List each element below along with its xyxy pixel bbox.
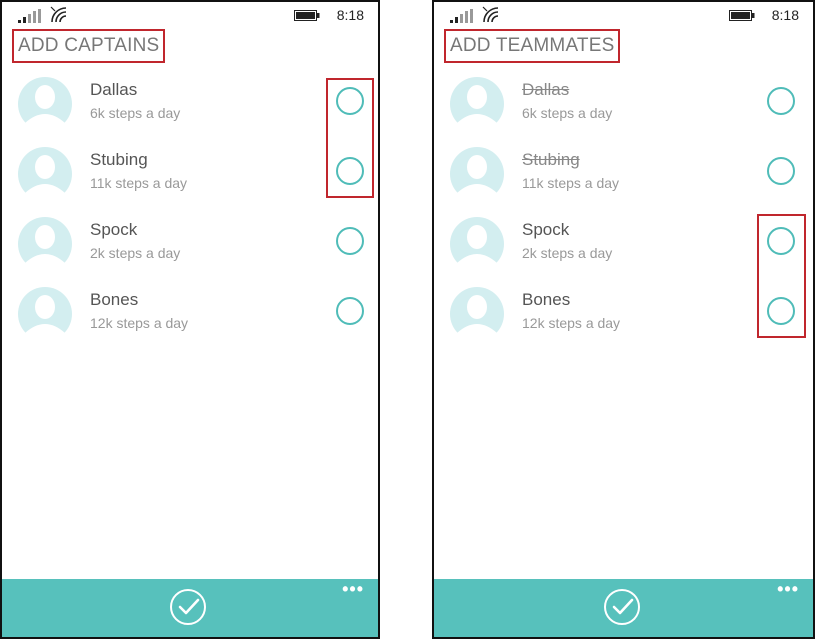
captains-screen: 8:18 ADD CAPTAINS Dallas 6k steps a day St… [0, 0, 380, 639]
person-name: Spock [522, 220, 570, 239]
person-name: Stubing [522, 150, 580, 169]
page-title: ADD CAPTAINS [12, 29, 166, 63]
teammates-screen: 8:18 ADD TEAMMATES Dallas 6k steps a day S… [432, 0, 815, 639]
more-options-button[interactable]: ••• [342, 580, 364, 598]
person-avatar-icon [450, 77, 504, 131]
person-name: Dallas [90, 80, 138, 99]
checkmark-icon [178, 598, 200, 615]
person-steps: 2k steps a day [522, 245, 613, 261]
wifi-icon [482, 6, 499, 23]
person-steps: 11k steps a day [522, 175, 620, 191]
select-radio-button[interactable] [767, 157, 795, 185]
person-steps: 6k steps a day [522, 105, 613, 121]
person-row[interactable]: Dallas 6k steps a day [434, 77, 813, 147]
select-radio-button[interactable] [336, 227, 364, 255]
person-row[interactable]: Spock 2k steps a day [2, 217, 378, 287]
select-radio-button[interactable] [767, 87, 795, 115]
page-title: ADD TEAMMATES [444, 29, 621, 63]
app-bar: ••• [434, 579, 813, 637]
person-name: Stubing [90, 150, 148, 169]
person-avatar-icon [18, 217, 72, 271]
confirm-button[interactable] [170, 589, 206, 625]
radio-highlight-box [757, 214, 806, 338]
checkmark-icon [612, 598, 633, 615]
confirm-button[interactable] [603, 589, 640, 625]
person-avatar-icon [18, 77, 72, 131]
person-row[interactable]: Stubing 11k steps a day [2, 147, 378, 217]
person-steps: 12k steps a day [90, 315, 189, 331]
select-radio-button[interactable] [336, 297, 364, 325]
person-avatar-icon [450, 217, 504, 271]
more-options-button[interactable]: ••• [777, 580, 799, 598]
clock: 8:18 [771, 7, 799, 23]
status-bar: 8:18 [2, 2, 378, 30]
person-name: Bones [522, 290, 571, 309]
wifi-icon [50, 6, 67, 23]
person-row[interactable]: Stubing 11k steps a day [434, 147, 813, 217]
signal-strength-icon [18, 9, 41, 23]
battery-icon [729, 10, 755, 21]
person-name: Bones [90, 290, 139, 309]
signal-strength-icon [450, 9, 473, 23]
app-bar: ••• [2, 579, 378, 637]
person-steps: 6k steps a day [90, 105, 181, 121]
person-avatar-icon [450, 287, 504, 341]
person-name: Dallas [522, 80, 570, 99]
person-avatar-icon [18, 147, 72, 201]
clock: 8:18 [336, 7, 364, 23]
person-name: Spock [90, 220, 138, 239]
person-steps: 11k steps a day [90, 175, 188, 191]
person-avatar-icon [18, 287, 72, 341]
person-row[interactable]: Dallas 6k steps a day [2, 77, 378, 147]
battery-icon [294, 10, 320, 21]
radio-highlight-box [326, 78, 374, 198]
person-row[interactable]: Bones 12k steps a day [2, 287, 378, 357]
person-avatar-icon [450, 147, 504, 201]
status-bar: 8:18 [434, 2, 813, 30]
person-steps: 2k steps a day [90, 245, 181, 261]
person-steps: 12k steps a day [522, 315, 621, 331]
